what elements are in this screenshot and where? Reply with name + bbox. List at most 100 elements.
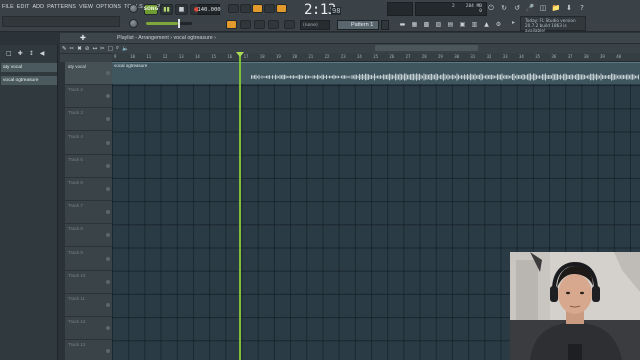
tempo-display[interactable]: 140.000 <box>197 4 221 15</box>
channel-rack-icon[interactable]: ▩ <box>422 20 431 29</box>
pattern-song-toggle[interactable]: SONG <box>144 4 158 15</box>
playlist-horizontal-scrollbar[interactable] <box>375 45 478 51</box>
playlist-icon[interactable]: ▬ <box>398 20 407 29</box>
delete-tool-icon[interactable]: ✖ <box>77 46 82 52</box>
playback-tool-icon[interactable]: 🔈 <box>122 46 129 52</box>
folder-icon[interactable]: 📁 <box>551 3 561 13</box>
cpu-icon[interactable]: ◫ <box>538 3 548 13</box>
link-icon[interactable] <box>268 20 279 29</box>
track-mute-toggle[interactable] <box>106 163 110 168</box>
step-edit-button[interactable] <box>264 4 275 13</box>
track-mute-toggle[interactable] <box>106 71 110 75</box>
menu-patterns[interactable]: PATTERNS <box>47 4 76 10</box>
news-arrow-icon[interactable]: ▸ <box>512 19 515 26</box>
track-header[interactable]: Track 2 <box>65 85 112 109</box>
microphone-icon[interactable]: 🎤 <box>525 3 535 13</box>
ruler-bar-number: 10 <box>130 54 136 59</box>
piano-roll-icon[interactable]: ▦ <box>410 20 419 29</box>
link-button[interactable] <box>240 20 251 29</box>
browser-item-aty-vocal[interactable]: aty vocal <box>1 63 57 72</box>
zoom-tool-icon[interactable]: ⌕ <box>116 45 119 52</box>
track-mute-toggle[interactable] <box>106 187 110 191</box>
track-mute-toggle[interactable] <box>106 233 110 238</box>
blend-notes-button[interactable] <box>276 4 287 13</box>
draw-tool-icon[interactable]: ✎ <box>62 46 67 52</box>
play-button[interactable]: ▮▮ <box>160 4 173 15</box>
slice-tool-icon[interactable]: ✂ <box>100 46 105 52</box>
track-name: Track 8 <box>68 226 83 232</box>
menu-edit[interactable]: EDIT <box>17 4 30 10</box>
browser-icon[interactable]: ▤ <box>446 20 455 29</box>
ruler-bar-number: 13 <box>178 54 184 59</box>
track-mute-toggle[interactable] <box>106 140 110 145</box>
master-volume-slider[interactable] <box>146 19 192 28</box>
slip-tool-icon[interactable]: ↔ <box>92 46 97 52</box>
track-header[interactable]: Track 9 <box>65 248 112 271</box>
timeline-ruler[interactable]: 9 10 11 12 13 14 15 16 17 18 19 20 21 22 23 24 25 26 27 28 2… <box>112 53 640 62</box>
select-tool-icon[interactable]: □ <box>108 46 113 52</box>
track-header[interactable]: Track 4 <box>65 132 112 155</box>
track-header[interactable]: Track 6 <box>65 178 112 201</box>
browser-menu-icon[interactable]: □ <box>6 50 12 57</box>
mute-tool-icon[interactable]: ⊘ <box>85 46 90 52</box>
playhead-marker[interactable] <box>236 52 244 57</box>
pattern-selector[interactable]: Pattern 1 <box>337 20 379 30</box>
track-header[interactable]: Track 5 <box>65 155 112 178</box>
track-mute-toggle[interactable] <box>106 326 110 331</box>
track-header[interactable]: Track 13 <box>65 340 112 360</box>
playhead-line[interactable] <box>239 53 241 360</box>
track-mute-toggle[interactable] <box>106 349 110 354</box>
browser-add-icon[interactable]: ✚ <box>18 50 23 57</box>
ruler-bar-number: 39 <box>600 54 605 59</box>
wait-for-input-button[interactable] <box>240 4 251 13</box>
help-icon[interactable]: ? <box>577 3 587 13</box>
pattern-mode-select[interactable]: (none) <box>300 20 330 30</box>
track-mute-toggle[interactable] <box>106 303 110 307</box>
power-icon[interactable]: ⏻ <box>486 3 496 13</box>
track-name: Track 6 <box>68 180 83 185</box>
track-mute-toggle[interactable] <box>106 256 110 261</box>
menu-file[interactable]: FILE <box>2 4 14 10</box>
refresh-icon[interactable]: ↻ <box>499 3 509 13</box>
track-header[interactable]: aty vocal <box>65 62 112 85</box>
track-mute-toggle[interactable] <box>106 279 110 284</box>
track-header[interactable]: Track 11 <box>65 294 112 317</box>
plugin-icon[interactable]: ▣ <box>458 20 467 29</box>
download-icon[interactable]: ⬇ <box>564 3 574 13</box>
master-volume-knob[interactable] <box>129 4 138 13</box>
undo-icon[interactable]: ↺ <box>512 3 522 13</box>
snap-button[interactable] <box>226 20 237 29</box>
loop-record-button[interactable] <box>254 20 265 29</box>
track-header[interactable]: Track 12 <box>65 317 112 341</box>
track-header[interactable]: Track 10 <box>65 271 112 294</box>
paint-tool-icon[interactable]: ✏ <box>70 46 75 52</box>
track-mute-toggle[interactable] <box>106 94 110 99</box>
menu-options[interactable]: OPTIONS <box>96 4 121 10</box>
audio-clip[interactable]: vocal ogtreasure <box>112 62 640 84</box>
master-pitch-knob[interactable] <box>129 19 138 28</box>
browser-nav-icon[interactable]: ◀ <box>40 50 45 57</box>
track-header[interactable]: Track 7 <box>65 201 112 225</box>
audio-editor-icon[interactable]: ▥ <box>470 20 479 29</box>
playlist-arrows-icon[interactable]: ✚ <box>80 34 86 42</box>
webcam-person-image <box>510 252 640 360</box>
countdown-button[interactable] <box>252 4 263 13</box>
audio-clip-title: vocal ogtreasure <box>114 63 148 68</box>
tempo-tapper-icon[interactable]: ▲ <box>482 20 491 29</box>
track-mute-toggle[interactable] <box>106 117 110 122</box>
add-pattern-button[interactable] <box>381 20 389 30</box>
browser-item-vocal-ogtreasure[interactable]: vocal ogtreasure <box>1 76 57 85</box>
news-panel[interactable]: Today: FL Studio version 20.7.2 build 18… <box>520 16 586 33</box>
track-header[interactable]: Track 8 <box>65 224 112 248</box>
menu-view[interactable]: VIEW <box>79 4 93 10</box>
browser-collapse-icon[interactable]: ↕ <box>29 50 34 57</box>
metronome-button[interactable] <box>228 4 239 13</box>
ruler-bar-number: 21 <box>308 54 314 59</box>
track-header[interactable]: Track 3 <box>65 108 112 132</box>
mixer-icon[interactable]: ▧ <box>434 20 443 29</box>
menu-add[interactable]: ADD <box>32 4 44 10</box>
audio-icon[interactable] <box>284 20 295 29</box>
stop-button[interactable]: ■ <box>175 4 188 15</box>
track-mute-toggle[interactable] <box>106 210 110 215</box>
settings-icon[interactable]: ⚙ <box>494 20 503 29</box>
